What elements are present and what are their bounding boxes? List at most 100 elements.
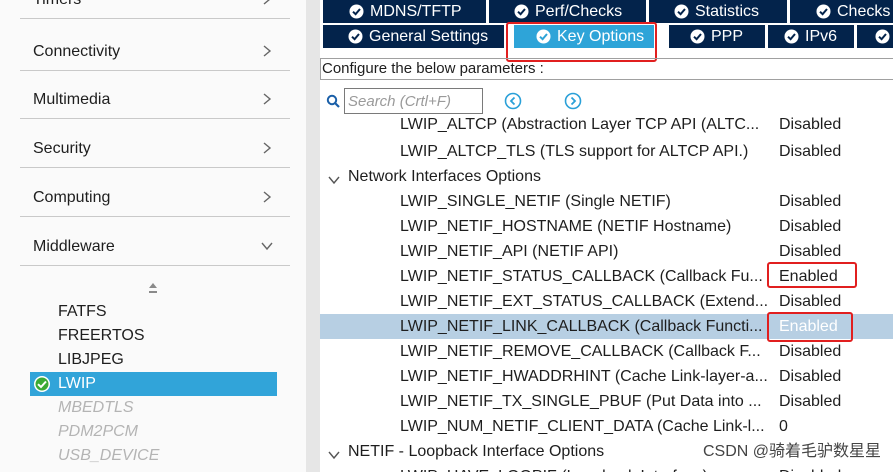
- category-label: Computing: [33, 189, 111, 206]
- tree-row-param-selected[interactable]: LWIP_NETIF_LINK_CALLBACK (Callback Funct…: [320, 314, 893, 339]
- tree-row-param[interactable]: LWIP_SINGLE_NETIF (Single NETIF) Disable…: [320, 189, 893, 214]
- middleware-list: FATFS FREERTOS LIBJPEG LWIP MBEDTLS PDM2…: [30, 300, 280, 468]
- tree-row-param[interactable]: LWIP_NUM_NETIF_CLIENT_DATA (Cache Link-l…: [320, 414, 893, 439]
- category-security[interactable]: Security: [20, 122, 290, 168]
- param-name: LWIP_NETIF_HOSTNAME (NETIF Hostname): [400, 218, 732, 235]
- sort-arrows-icon[interactable]: [146, 281, 160, 297]
- param-value: Disabled: [779, 243, 842, 260]
- category-label: Connectivity: [33, 43, 121, 60]
- check-circle-icon: [348, 28, 363, 44]
- tree-row-param[interactable]: LWIP_NETIF_TX_SINGLE_PBUF (Put Data into…: [320, 389, 893, 414]
- middleware-item-usb-device[interactable]: USB_DEVICE: [30, 444, 280, 468]
- category-label: Middleware: [33, 238, 115, 255]
- tree-row-param[interactable]: LWIP_NETIF_HWADDRHINT (Cache Link-layer-…: [320, 364, 893, 389]
- tab-label: Statistics: [695, 3, 760, 20]
- search-previous-icon[interactable]: [504, 92, 522, 110]
- check-circle-icon: [674, 3, 689, 19]
- item-label: LWIP: [58, 375, 96, 392]
- param-value: Disabled: [779, 116, 842, 133]
- category-label: Multimedia: [33, 91, 111, 108]
- tab-label: Checks: [837, 3, 891, 20]
- item-label: FATFS: [58, 303, 107, 320]
- tab-perf-checks[interactable]: Perf/Checks: [489, 0, 646, 23]
- item-label: LIBJPEG: [58, 351, 124, 368]
- middleware-item-pdm2pcm[interactable]: PDM2PCM: [30, 420, 280, 444]
- tab-label: PPP: [711, 28, 744, 45]
- check-circle-icon: [875, 28, 890, 44]
- config-label: Configure the below parameters :: [320, 58, 893, 80]
- middleware-item-fatfs[interactable]: FATFS: [30, 300, 280, 324]
- tree-row-param[interactable]: LWIP_NETIF_REMOVE_CALLBACK (Callback F..…: [320, 339, 893, 364]
- param-value: Disabled: [779, 393, 842, 410]
- tab-mdns-tftp[interactable]: MDNS/TFTP: [323, 0, 486, 23]
- check-circle-icon: [33, 375, 51, 393]
- tab-statistics[interactable]: Statistics: [649, 0, 787, 23]
- param-name: LWIP_ALTCP (Abstraction Layer TCP API (A…: [400, 116, 760, 133]
- param-value: Disabled: [779, 143, 842, 160]
- category-connectivity[interactable]: Connectivity: [20, 25, 290, 71]
- chevron-down-icon: [327, 445, 341, 460]
- parameter-tree: LWIP_ALTCP (Abstraction Layer TCP API (A…: [320, 116, 893, 472]
- param-value: Disabled: [779, 368, 842, 385]
- param-name: LWIP_ALTCP_TLS (TLS support for ALTCP AP…: [400, 143, 749, 160]
- tab-row-1: MDNS/TFTP Perf/Checks Statistics Checks: [320, 0, 893, 23]
- search-input[interactable]: [344, 88, 483, 114]
- tree-row-param[interactable]: LWIP_ALTCP (Abstraction Layer TCP API (A…: [320, 116, 893, 133]
- tab-general-settings[interactable]: General Settings: [323, 25, 504, 48]
- param-name: LWIP_NETIF_API (NETIF API): [400, 243, 619, 260]
- search-icon: [326, 94, 342, 110]
- middleware-item-mbedtls[interactable]: MBEDTLS: [30, 396, 280, 420]
- item-label: USB_DEVICE: [58, 447, 160, 464]
- tree-row-param[interactable]: LWIP_NETIF_STATUS_CALLBACK (Callback Fu.…: [320, 264, 893, 289]
- param-name: LWIP_NETIF_REMOVE_CALLBACK (Callback F..…: [400, 343, 761, 360]
- chevron-down-icon: [260, 239, 274, 253]
- param-name: LWIP_HAVE_LOOPIF (Loopback Interface): [400, 464, 770, 472]
- right-panel: MDNS/TFTP Perf/Checks Statistics Checks …: [320, 0, 893, 472]
- tab-label: General Settings: [369, 28, 489, 45]
- category-middleware[interactable]: Middleware: [20, 220, 290, 266]
- panel-divider[interactable]: [306, 0, 320, 472]
- middleware-item-lwip[interactable]: LWIP: [30, 372, 277, 396]
- tree-group-network-interfaces[interactable]: Network Interfaces Options: [320, 164, 893, 189]
- left-panel: Timers Connectivity Multimedia Security …: [0, 0, 306, 472]
- category-timers[interactable]: Timers: [20, 0, 290, 19]
- param-value: Enabled: [779, 318, 838, 335]
- param-name: LWIP_NETIF_HWADDRHINT (Cache Link-layer-…: [400, 368, 768, 385]
- param-value: 0: [779, 418, 788, 435]
- middleware-item-freertos[interactable]: FREERTOS: [30, 324, 280, 348]
- chevron-right-icon: [260, 92, 274, 106]
- check-circle-icon: [784, 28, 799, 44]
- category-computing[interactable]: Computing: [20, 171, 290, 217]
- chevron-right-icon: [260, 0, 274, 6]
- param-value: Disabled: [779, 343, 842, 360]
- check-circle-icon: [690, 28, 705, 44]
- tree-row-param[interactable]: LWIP_ALTCP_TLS (TLS support for ALTCP AP…: [320, 139, 893, 164]
- tab-label: Key Options: [557, 28, 645, 45]
- param-name: LWIP_NETIF_STATUS_CALLBACK (Callback Fu.…: [400, 268, 763, 285]
- tree-row-param[interactable]: LWIP_NETIF_HOSTNAME (NETIF Hostname) Dis…: [320, 214, 893, 239]
- tree-row-param[interactable]: LWIP_NETIF_EXT_STATUS_CALLBACK (Extend..…: [320, 289, 893, 314]
- param-value: Disabled: [779, 193, 842, 210]
- search-next-icon[interactable]: [564, 92, 582, 110]
- search-bar: [320, 88, 893, 114]
- param-value: Disabled: [779, 464, 841, 472]
- tab-row-2: General Settings Key Options PPP IPv6: [320, 25, 893, 48]
- tab-ipv6[interactable]: IPv6: [768, 25, 854, 48]
- tab-checks[interactable]: Checks: [790, 0, 893, 23]
- tab-overflow[interactable]: [857, 25, 893, 48]
- middleware-item-libjpeg[interactable]: LIBJPEG: [30, 348, 280, 372]
- item-label: FREERTOS: [58, 327, 145, 344]
- tab-key-options[interactable]: Key Options: [514, 25, 654, 48]
- tab-label: MDNS/TFTP: [370, 3, 462, 20]
- category-multimedia[interactable]: Multimedia: [20, 73, 290, 119]
- param-value: Disabled: [779, 218, 842, 235]
- param-value: Disabled: [779, 293, 842, 310]
- tree-row-param[interactable]: LWIP_NETIF_API (NETIF API) Disabled: [320, 239, 893, 264]
- watermark: CSDN @骑着毛驴数星星: [702, 437, 881, 461]
- tree-row-param[interactable]: LWIP_HAVE_LOOPIF (Loopback Interface) Di…: [320, 464, 893, 472]
- group-name: NETIF - Loopback Interface Options: [348, 443, 605, 460]
- tab-ppp[interactable]: PPP: [669, 25, 765, 48]
- param-name: LWIP_NUM_NETIF_CLIENT_DATA (Cache Link-l…: [400, 418, 765, 435]
- param-name: LWIP_SINGLE_NETIF (Single NETIF): [400, 193, 671, 210]
- param-name: LWIP_NETIF_EXT_STATUS_CALLBACK (Extend..…: [400, 293, 769, 310]
